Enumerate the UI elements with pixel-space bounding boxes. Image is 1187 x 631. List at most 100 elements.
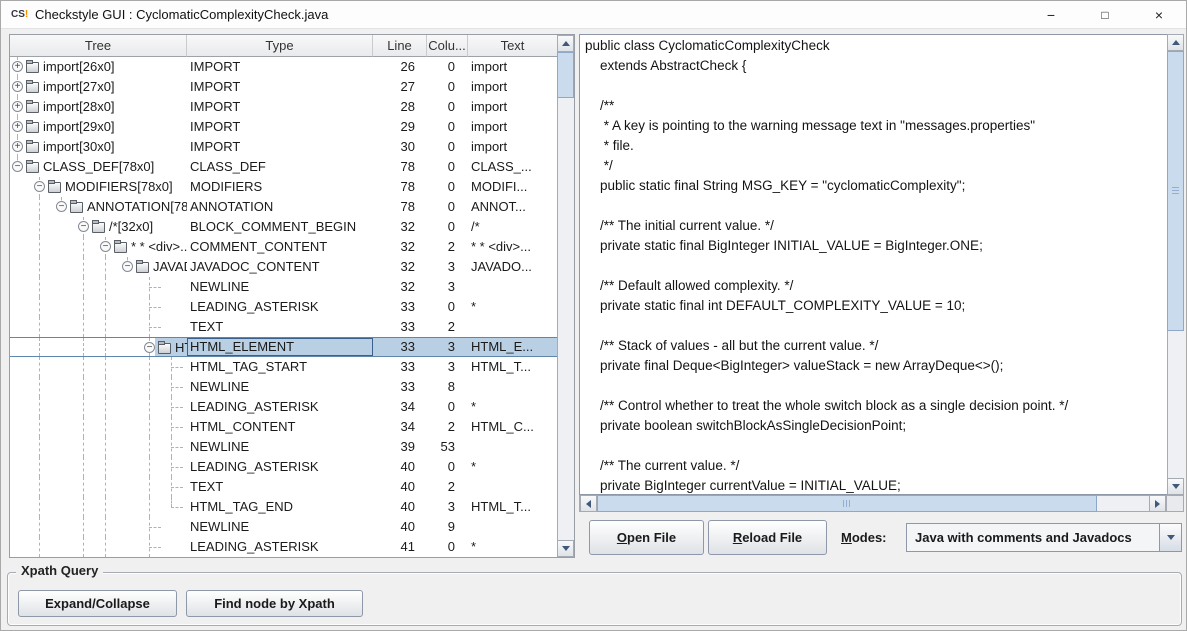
table-row[interactable]: +import[27x0]IMPORT270import xyxy=(10,77,557,97)
column-header-column[interactable]: Colu... xyxy=(427,35,468,57)
table-row[interactable]: −JAVADOC_CONTENT[32x3]JAVADOC_CONTENT323… xyxy=(10,257,557,277)
table-row[interactable]: −ANNOTATION[78x0]ANNOTATION780ANNOT... xyxy=(10,197,557,217)
table-row[interactable]: +import[26x0]IMPORT260import xyxy=(10,57,557,77)
table-row[interactable]: −HTML_ELEMENT[33x3]HTML_ELEMENT333HTML_E… xyxy=(10,337,557,357)
code-line xyxy=(585,436,1167,456)
tree-expanded-handle-icon[interactable]: − xyxy=(56,201,67,212)
tree-node-label: HTML_ELEMENT[33x3] xyxy=(175,338,187,356)
tree-leaf-connector xyxy=(171,487,183,488)
scroll-down-button[interactable] xyxy=(557,540,574,557)
tree-node-folder-icon xyxy=(70,202,83,213)
tree-guide-line xyxy=(39,297,40,317)
cell-text: HTML_T... xyxy=(468,357,557,377)
dropdown-arrow-button[interactable] xyxy=(1159,524,1181,551)
scroll-up-button[interactable] xyxy=(557,35,574,52)
table-row[interactable]: NEWLINE3953 xyxy=(10,437,557,457)
column-header-line[interactable]: Line xyxy=(373,35,427,57)
tree-collapsed-handle-icon[interactable]: + xyxy=(12,141,23,152)
table-row[interactable]: +import[28x0]IMPORT280import xyxy=(10,97,557,117)
scroll-right-button[interactable] xyxy=(1149,495,1166,512)
cell-type: NEWLINE xyxy=(187,277,373,297)
window-title: Checkstyle GUI : CyclomaticComplexityChe… xyxy=(35,1,328,29)
parse-mode-selected-value: Java with comments and Javadocs xyxy=(907,524,1159,551)
tree-expanded-handle-icon[interactable]: − xyxy=(122,261,133,272)
tree-leaf-connector xyxy=(149,527,161,528)
cell-text: * xyxy=(468,457,557,477)
scroll-up-button[interactable] xyxy=(1167,34,1184,51)
find-node-by-xpath-button[interactable]: Find node by Xpath xyxy=(186,590,363,617)
cell-column: 3 xyxy=(427,497,468,517)
table-row[interactable]: −* * <div>...COMMENT_CONTENT322* * <div>… xyxy=(10,237,557,257)
table-row[interactable]: HTML_TAG_START333HTML_T... xyxy=(10,357,557,377)
code-line: /** Stack of values - all but the curren… xyxy=(585,336,1167,356)
maximize-button[interactable]: □ xyxy=(1082,1,1128,29)
tree-guide-line xyxy=(105,417,106,437)
source-code-textarea[interactable]: public class CyclomaticComplexityCheck e… xyxy=(579,34,1167,495)
titlebar: CS! Checkstyle GUI : CyclomaticComplexit… xyxy=(1,1,1186,29)
table-row[interactable]: −/*[32x0]BLOCK_COMMENT_BEGIN320/* xyxy=(10,217,557,237)
arrow-down-icon xyxy=(1172,484,1180,489)
scrollbar-thumb[interactable] xyxy=(1167,51,1184,331)
cell-line: 33 xyxy=(373,377,427,397)
scroll-down-button[interactable] xyxy=(1167,478,1184,495)
expand-collapse-button[interactable]: Expand/Collapse xyxy=(18,590,177,617)
cell-type: IMPORT xyxy=(187,57,373,77)
scrollbar-thumb[interactable] xyxy=(557,52,574,98)
tree-collapsed-handle-icon[interactable]: + xyxy=(12,61,23,72)
tree-collapsed-handle-icon[interactable]: + xyxy=(12,81,23,92)
scrollbar-thumb[interactable] xyxy=(597,495,1097,512)
cell-column: 0 xyxy=(427,297,468,317)
close-button[interactable]: × xyxy=(1136,1,1182,29)
table-row[interactable]: LEADING_ASTERISK400* xyxy=(10,457,557,477)
tree-guide-line xyxy=(39,477,40,497)
code-line: private boolean switchBlockAsSingleDecis… xyxy=(585,416,1167,436)
tree-collapsed-handle-icon[interactable]: + xyxy=(12,121,23,132)
table-row[interactable]: HTML_CONTENT342HTML_C... xyxy=(10,417,557,437)
tree-table-vertical-scrollbar[interactable] xyxy=(557,35,574,557)
tree-cell: −ANNOTATION[78x0] xyxy=(10,197,187,217)
cell-text xyxy=(468,277,557,297)
table-row[interactable]: LEADING_ASTERISK330* xyxy=(10,297,557,317)
tree-leaf-connector xyxy=(171,507,183,508)
source-horizontal-scrollbar[interactable] xyxy=(579,495,1167,512)
source-vertical-scrollbar[interactable] xyxy=(1167,34,1184,495)
cell-text: import xyxy=(468,57,557,77)
tree-guide-line xyxy=(39,257,40,277)
table-row[interactable]: TEXT332 xyxy=(10,317,557,337)
scroll-left-button[interactable] xyxy=(580,495,597,512)
tree-leaf-connector xyxy=(171,467,183,468)
column-header-text[interactable]: Text xyxy=(468,35,557,57)
tree-expanded-handle-icon[interactable]: − xyxy=(144,342,155,353)
parse-mode-dropdown[interactable]: Java with comments and Javadocs xyxy=(906,523,1182,552)
tree-collapsed-handle-icon[interactable]: + xyxy=(12,101,23,112)
cell-column: 0 xyxy=(427,457,468,477)
table-row[interactable]: +import[30x0]IMPORT300import xyxy=(10,137,557,157)
table-row[interactable]: TEXT402 xyxy=(10,477,557,497)
cell-line: 78 xyxy=(373,177,427,197)
tree-expanded-handle-icon[interactable]: − xyxy=(34,181,45,192)
table-row[interactable]: NEWLINE323 xyxy=(10,277,557,297)
tree-expanded-handle-icon[interactable]: − xyxy=(100,241,111,252)
tree-expanded-handle-icon[interactable]: − xyxy=(78,221,89,232)
tree-guide-line xyxy=(149,457,150,477)
tree-guide-line xyxy=(83,517,84,537)
table-row[interactable]: HTML_TAG_END403HTML_T... xyxy=(10,497,557,517)
table-row[interactable]: +import[29x0]IMPORT290import xyxy=(10,117,557,137)
column-header-type[interactable]: Type xyxy=(187,35,373,57)
cell-text: HTML_C... xyxy=(468,417,557,437)
table-row[interactable]: NEWLINE409 xyxy=(10,517,557,537)
cell-type: IMPORT xyxy=(187,117,373,137)
tree-expanded-handle-icon[interactable]: − xyxy=(12,161,23,172)
table-row[interactable]: −MODIFIERS[78x0]MODIFIERS780MODIFI... xyxy=(10,177,557,197)
table-row[interactable]: −CLASS_DEF[78x0]CLASS_DEF780CLASS_... xyxy=(10,157,557,177)
cell-text: import xyxy=(468,77,557,97)
reload-file-button[interactable]: Reload File xyxy=(708,520,827,555)
table-row[interactable]: LEADING_ASTERISK410* xyxy=(10,537,557,557)
table-row[interactable]: LEADING_ASTERISK340* xyxy=(10,397,557,417)
cell-column: 0 xyxy=(427,197,468,217)
open-file-button[interactable]: Open File xyxy=(589,520,704,555)
column-header-tree[interactable]: Tree xyxy=(10,35,187,57)
tree-cell: +import[27x0] xyxy=(10,77,187,97)
table-row[interactable]: NEWLINE338 xyxy=(10,377,557,397)
minimize-button[interactable]: − xyxy=(1028,1,1074,29)
